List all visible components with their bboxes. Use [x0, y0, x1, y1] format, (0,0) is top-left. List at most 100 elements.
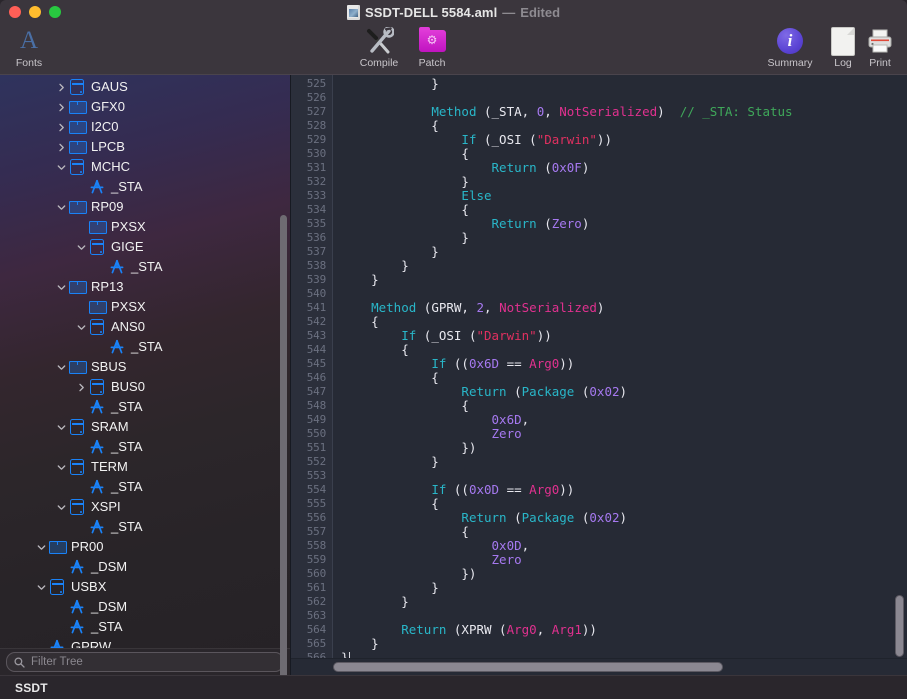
zoom-button[interactable] — [49, 6, 61, 18]
tree-item-gaus[interactable]: GAUS — [0, 77, 290, 97]
tree-item-gprw[interactable]: GPRW — [0, 637, 290, 648]
tree-item-rp09[interactable]: RP09 — [0, 197, 290, 217]
code-line[interactable]: } — [341, 175, 907, 189]
chevron-down-icon[interactable] — [34, 540, 48, 554]
code-line[interactable]: If ((0x0D == Arg0)) — [341, 483, 907, 497]
tree-item-dsm[interactable]: _DSM — [0, 597, 290, 617]
code-line[interactable]: { — [341, 147, 907, 161]
tree-item-sta[interactable]: _STA — [0, 477, 290, 497]
chevron-right-icon[interactable] — [54, 80, 68, 94]
tree-item-xspi[interactable]: XSPI — [0, 497, 290, 517]
tree-item-gige[interactable]: GIGE — [0, 237, 290, 257]
minimize-button[interactable] — [29, 6, 41, 18]
tree-item-sta[interactable]: _STA — [0, 517, 290, 537]
toolbar-button-print[interactable]: Print — [851, 26, 907, 69]
tree-item-pxsx[interactable]: PXSX — [0, 297, 290, 317]
code-line[interactable]: Zero — [341, 553, 907, 567]
code-line[interactable]: { — [341, 119, 907, 133]
toolbar-button-patch[interactable]: ⚙ Patch — [403, 26, 461, 69]
chevron-down-icon[interactable] — [54, 280, 68, 294]
code-line[interactable]: } — [341, 273, 907, 287]
code-line[interactable]: } — [341, 651, 907, 658]
tree-item-sta[interactable]: _STA — [0, 177, 290, 197]
code-line[interactable]: { — [341, 497, 907, 511]
sidebar-scrollbar-thumb[interactable] — [280, 215, 287, 675]
code-line[interactable]: { — [341, 315, 907, 329]
toolbar-button-fonts[interactable]: A Fonts — [0, 26, 58, 70]
code-editor[interactable]: 525 526 527 528 529 530 531 532 533 534 535 536 537 5… — [290, 75, 907, 675]
code-line[interactable] — [341, 91, 907, 105]
code-line[interactable]: Return (Package (0x02) — [341, 511, 907, 525]
code-line[interactable]: Return (Zero) — [341, 217, 907, 231]
editor-vertical-scrollbar-thumb[interactable] — [895, 595, 904, 657]
tree-item-pr00[interactable]: PR00 — [0, 537, 290, 557]
chevron-down-icon[interactable] — [74, 240, 88, 254]
chevron-down-icon[interactable] — [54, 200, 68, 214]
toolbar-button-compile[interactable]: Compile — [350, 26, 408, 69]
editor-horizontal-scrollbar[interactable] — [291, 658, 907, 675]
chevron-down-icon[interactable] — [74, 320, 88, 334]
code-line[interactable]: } — [341, 455, 907, 469]
code-line[interactable]: Return (0x0F) — [341, 161, 907, 175]
tree-item-pxsx[interactable]: PXSX — [0, 217, 290, 237]
tree-item-sram[interactable]: SRAM — [0, 417, 290, 437]
tree-item-sta[interactable]: _STA — [0, 397, 290, 417]
chevron-right-icon[interactable] — [54, 120, 68, 134]
acpi-tree[interactable]: GAUS GFX0 I2C0 LPCB MCHC _STA RP09 PXSX GIGE _STA… — [0, 75, 290, 648]
chevron-right-icon[interactable] — [54, 140, 68, 154]
chevron-down-icon[interactable] — [54, 160, 68, 174]
tree-item-ans0[interactable]: ANS0 — [0, 317, 290, 337]
code-text[interactable]: } Method (_STA, 0, NotSerialized) // _ST… — [333, 75, 907, 658]
code-line[interactable]: { — [341, 399, 907, 413]
code-area[interactable]: 525 526 527 528 529 530 531 532 533 534 535 536 537 5… — [291, 75, 907, 658]
code-line[interactable] — [341, 469, 907, 483]
tree-item-rp13[interactable]: RP13 — [0, 277, 290, 297]
code-line[interactable]: 0x0D, — [341, 539, 907, 553]
code-line[interactable]: 0x6D, — [341, 413, 907, 427]
code-line[interactable]: } — [341, 245, 907, 259]
tree-item-sta[interactable]: _STA — [0, 257, 290, 277]
tree-item-sta[interactable]: _STA — [0, 437, 290, 457]
filter-tree-input[interactable]: Filter Tree — [6, 652, 284, 672]
chevron-right-icon[interactable] — [74, 380, 88, 394]
tree-item-term[interactable]: TERM — [0, 457, 290, 477]
code-line[interactable]: } — [341, 259, 907, 273]
code-line[interactable]: Return (Package (0x02) — [341, 385, 907, 399]
code-line[interactable]: Method (GPRW, 2, NotSerialized) — [341, 301, 907, 315]
code-line[interactable] — [341, 609, 907, 623]
tree-item-i2c0[interactable]: I2C0 — [0, 117, 290, 137]
code-line[interactable]: Zero — [341, 427, 907, 441]
tree-item-gfx0[interactable]: GFX0 — [0, 97, 290, 117]
code-line[interactable]: } — [341, 637, 907, 651]
code-line[interactable]: Return (XPRW (Arg0, Arg1)) — [341, 623, 907, 637]
code-line[interactable]: { — [341, 371, 907, 385]
code-line[interactable]: If ((0x6D == Arg0)) — [341, 357, 907, 371]
tree-item-mchc[interactable]: MCHC — [0, 157, 290, 177]
close-button[interactable] — [9, 6, 21, 18]
chevron-down-icon[interactable] — [54, 500, 68, 514]
tree-item-usbx[interactable]: USBX — [0, 577, 290, 597]
code-line[interactable]: { — [341, 343, 907, 357]
code-line[interactable] — [341, 287, 907, 301]
tree-item-sbus[interactable]: SBUS — [0, 357, 290, 377]
chevron-down-icon[interactable] — [54, 420, 68, 434]
code-line[interactable]: }) — [341, 441, 907, 455]
code-line[interactable]: If (_OSI ("Darwin")) — [341, 329, 907, 343]
code-line[interactable]: If (_OSI ("Darwin")) — [341, 133, 907, 147]
code-line[interactable]: Method (_STA, 0, NotSerialized) // _STA:… — [341, 105, 907, 119]
editor-vertical-scrollbar[interactable] — [895, 77, 904, 657]
code-line[interactable]: Else — [341, 189, 907, 203]
sidebar-scrollbar[interactable] — [280, 143, 287, 675]
code-line[interactable]: } — [341, 231, 907, 245]
code-line[interactable]: } — [341, 581, 907, 595]
chevron-down-icon[interactable] — [34, 580, 48, 594]
toolbar-button-summary[interactable]: i Summary — [761, 26, 819, 69]
editor-horizontal-scrollbar-thumb[interactable] — [333, 662, 723, 672]
code-line[interactable]: } — [341, 77, 907, 91]
tree-item-sta[interactable]: _STA — [0, 337, 290, 357]
chevron-down-icon[interactable] — [54, 460, 68, 474]
tree-item-dsm[interactable]: _DSM — [0, 557, 290, 577]
tree-item-lpcb[interactable]: LPCB — [0, 137, 290, 157]
code-line[interactable]: { — [341, 525, 907, 539]
tree-item-sta[interactable]: _STA — [0, 617, 290, 637]
